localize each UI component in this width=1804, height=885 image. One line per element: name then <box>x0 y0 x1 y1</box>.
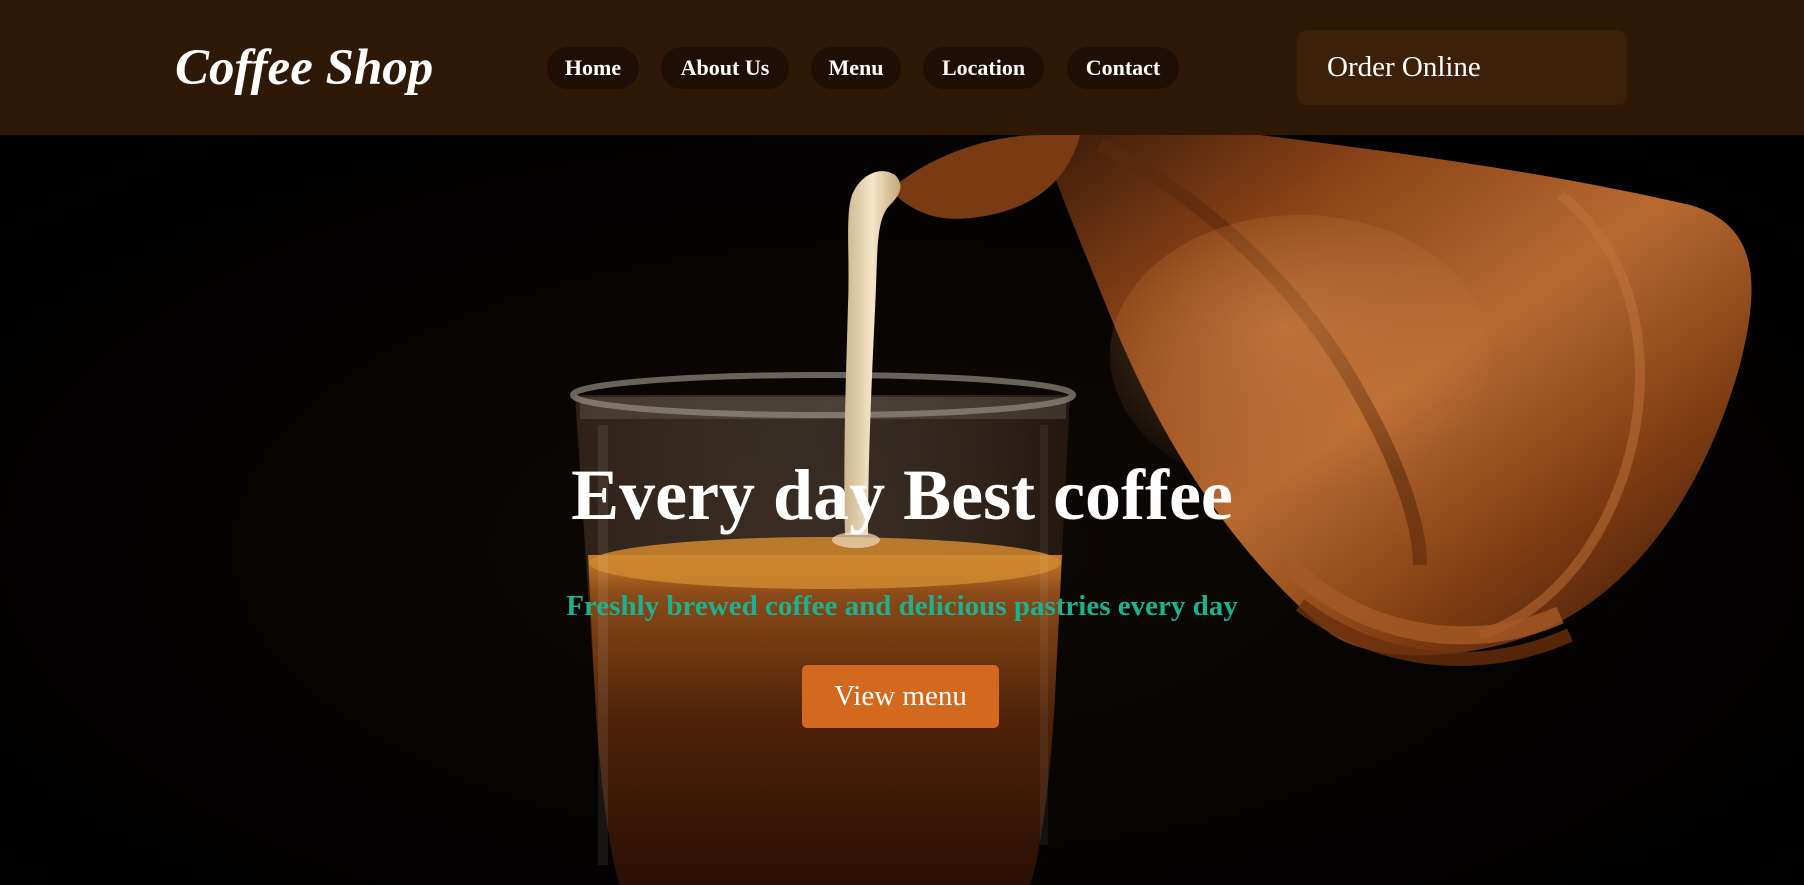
nav-location-link[interactable]: Location <box>923 47 1044 89</box>
hero-subtitle: Freshly brewed coffee and delicious past… <box>566 590 1238 622</box>
view-menu-button[interactable]: View menu <box>802 665 999 728</box>
site-header: Coffee Shop Home About Us Menu Location … <box>0 0 1804 135</box>
nav-home-link[interactable]: Home <box>547 47 639 89</box>
order-online-button[interactable]: Order Online <box>1297 30 1627 105</box>
hero-title: Every day Best coffee <box>571 455 1233 535</box>
nav-menu-link[interactable]: Menu <box>811 47 901 89</box>
nav-about-us-link[interactable]: About Us <box>661 47 789 89</box>
hero-section: Every day Best coffee Freshly brewed cof… <box>0 135 1804 885</box>
site-logo[interactable]: Coffee Shop <box>175 36 433 100</box>
nav-contact-link[interactable]: Contact <box>1067 47 1179 89</box>
